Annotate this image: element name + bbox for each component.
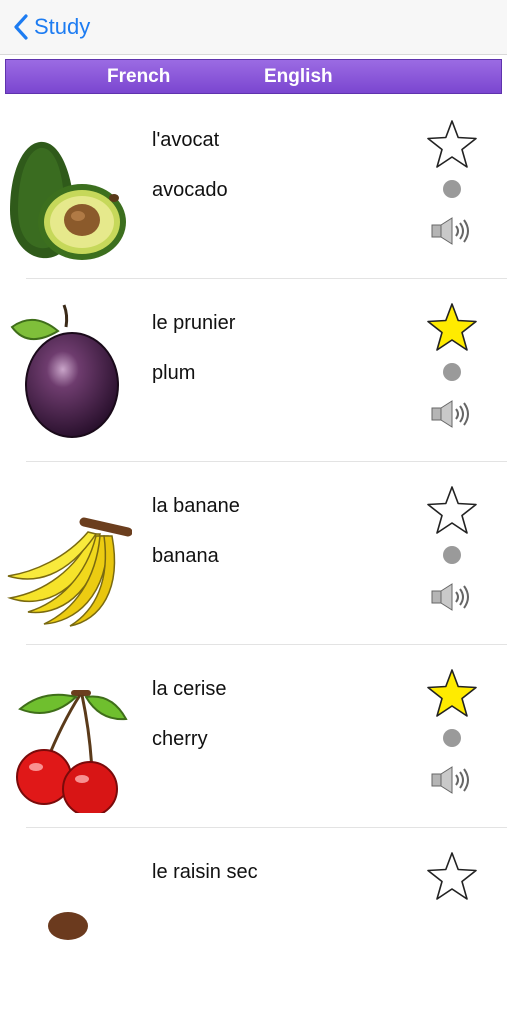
english-word: avocado xyxy=(152,179,228,201)
progress-dot xyxy=(443,729,461,747)
speaker-icon[interactable] xyxy=(430,399,472,429)
list-item[interactable]: la banane banana xyxy=(0,462,507,645)
star-outline-icon[interactable] xyxy=(426,119,478,169)
english-word: cherry xyxy=(152,728,208,750)
navigation-bar: Study xyxy=(0,0,507,55)
french-word: le prunier xyxy=(152,312,236,334)
language-segmented-control: French English xyxy=(5,59,502,94)
speaker-icon[interactable] xyxy=(430,216,472,246)
star-filled-icon[interactable] xyxy=(426,668,478,718)
progress-dot xyxy=(443,363,461,381)
speaker-icon[interactable] xyxy=(430,765,472,795)
back-button[interactable]: Study xyxy=(12,12,90,42)
banana-image xyxy=(4,480,133,630)
list-item[interactable]: le raisin sec xyxy=(0,828,507,1011)
french-word: l'avocat xyxy=(152,129,220,151)
segment-french[interactable]: French xyxy=(107,60,170,93)
list-item[interactable]: la cerise cherry xyxy=(0,645,507,828)
star-filled-icon[interactable] xyxy=(426,302,478,352)
english-word: plum xyxy=(152,362,196,384)
progress-dot xyxy=(443,546,461,564)
french-word: la banane xyxy=(152,495,240,517)
list-item[interactable]: l'avocat avocado xyxy=(0,96,507,279)
chevron-left-icon xyxy=(14,14,28,40)
plum-image xyxy=(4,297,132,447)
list-item[interactable]: le prunier plum xyxy=(0,279,507,462)
english-word: banana xyxy=(152,545,219,567)
cherry-image xyxy=(4,663,132,817)
avocado-image xyxy=(4,114,132,264)
star-outline-icon[interactable] xyxy=(426,851,478,901)
progress-dot xyxy=(443,180,461,198)
french-word: la cerise xyxy=(152,678,227,700)
french-word: le raisin sec xyxy=(152,861,258,883)
segment-english[interactable]: English xyxy=(264,60,333,93)
star-outline-icon[interactable] xyxy=(426,485,478,535)
speaker-icon[interactable] xyxy=(430,582,472,612)
back-button-label: Study xyxy=(34,14,91,39)
raisin-image xyxy=(4,846,132,996)
